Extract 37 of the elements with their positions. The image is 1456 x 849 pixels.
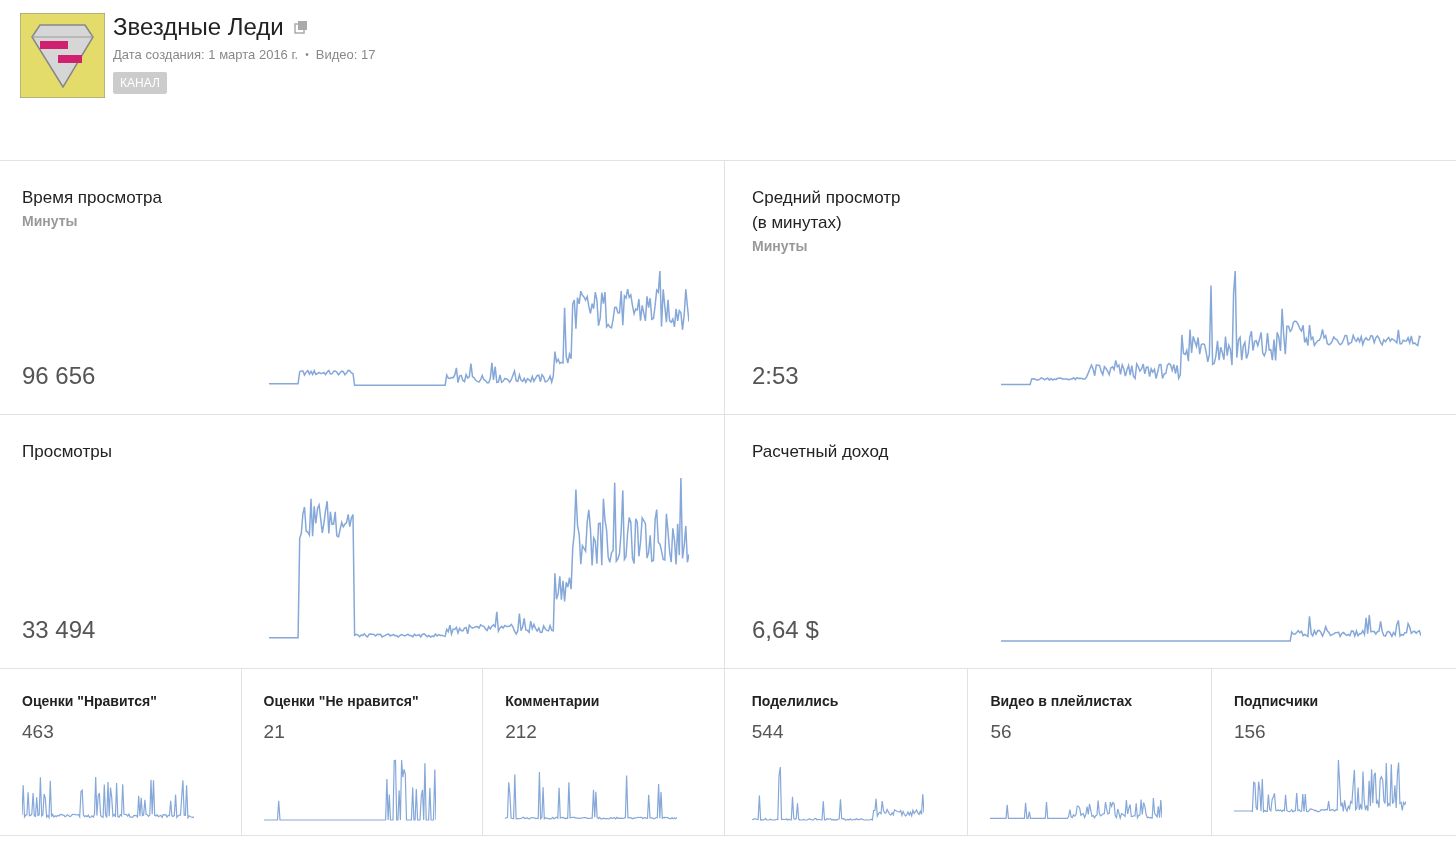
metric-title: Видео в плейлистах xyxy=(990,693,1132,709)
metric-card[interactable]: Поделились 544 xyxy=(724,669,969,836)
separator-dot: • xyxy=(305,48,309,62)
metric-value: 2:53 xyxy=(752,362,800,390)
metric-value: 544 xyxy=(751,721,784,743)
metric-value: 6,64 $ xyxy=(752,616,820,644)
metric-card[interactable]: Просмотры 33 494 xyxy=(0,415,725,669)
metric-title: Поделились xyxy=(751,693,839,709)
metric-value: 33 494 xyxy=(22,616,97,644)
metric-value: 212 xyxy=(505,721,537,743)
metric-unit: Минуты xyxy=(752,238,809,254)
metric-unit: Минуты xyxy=(22,213,79,229)
metric-value: 463 xyxy=(22,721,54,743)
metric-title: Просмотры xyxy=(22,441,113,463)
metric-title: Время просмотра xyxy=(22,187,163,209)
metric-card[interactable]: Оценки "Нравится" 463 xyxy=(0,669,242,836)
metric-card[interactable]: Средний просмотр (в минутах) Минуты 2:53 xyxy=(725,161,1456,415)
metric-card[interactable]: Видео в плейлистах 56 xyxy=(968,669,1212,836)
metric-value: 96 656 xyxy=(22,362,97,390)
metric-title: Средний просмотр (в минутах) xyxy=(752,187,902,234)
metric-card[interactable]: Время просмотра Минуты 96 656 xyxy=(0,161,725,415)
metric-title: Оценки "Не нравится" xyxy=(263,693,419,709)
metric-title: Расчетный доход xyxy=(752,441,890,463)
metric-value: 56 xyxy=(990,721,1012,743)
metric-title: Комментарии xyxy=(505,693,600,709)
video-count: Видео: 17 xyxy=(315,47,376,62)
metric-card[interactable]: Оценки "Не нравится" 21 xyxy=(241,669,484,836)
creation-date: Дата создания: 1 марта 2016 г. xyxy=(113,47,299,62)
metric-card[interactable]: Расчетный доход 6,64 $ xyxy=(725,415,1456,669)
metric-title: Оценки "Нравится" xyxy=(22,693,157,709)
metric-title: Подписчики xyxy=(1233,693,1319,709)
metric-value: 21 xyxy=(263,721,285,743)
external-link-icon[interactable] xyxy=(293,20,308,34)
metric-card[interactable]: Подписчики 156 xyxy=(1211,669,1456,836)
metric-card[interactable]: Комментарии 212 xyxy=(483,669,725,836)
channel-name: Звездные Леди xyxy=(113,13,284,41)
metric-value: 156 xyxy=(1233,721,1266,743)
